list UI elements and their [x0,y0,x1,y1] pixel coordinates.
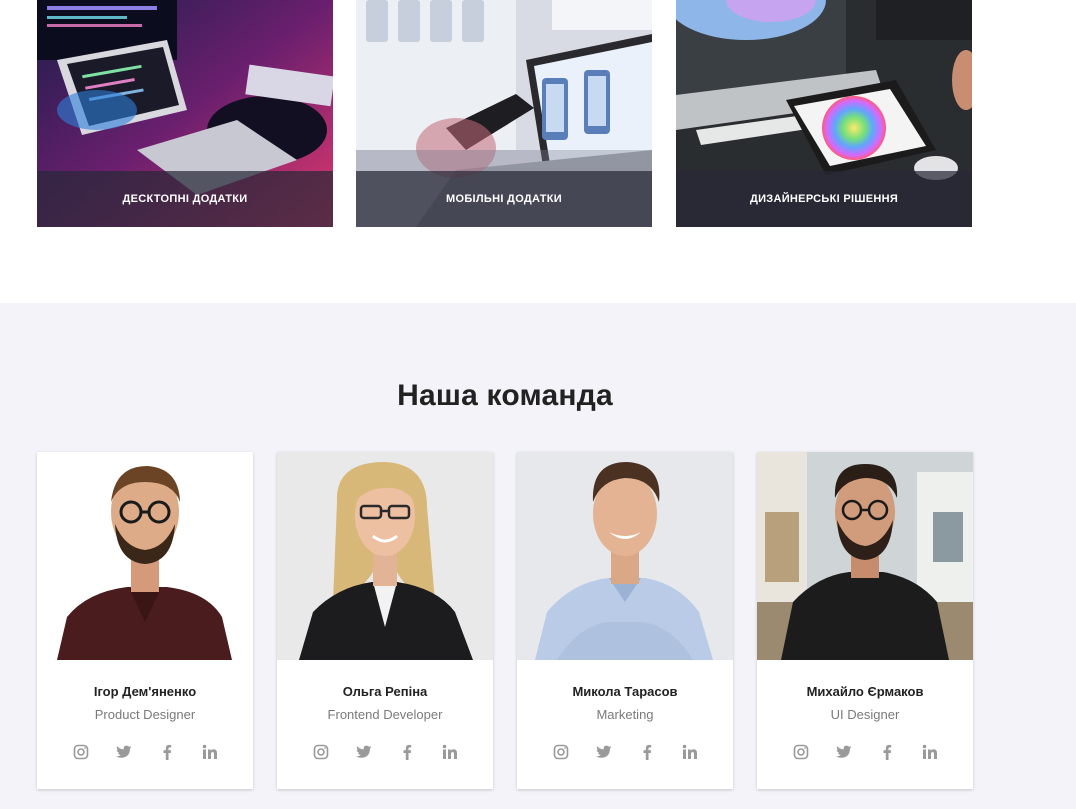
team-member-card: Ольга Репіна Frontend Developer [277,452,493,789]
twitter-icon[interactable] [354,742,374,762]
member-photo [277,452,493,660]
service-caption: ДИЗАЙНЕРСЬКІ РІШЕННЯ [676,171,972,227]
instagram-icon[interactable] [791,742,811,762]
service-card-mobile[interactable]: МОБІЛЬНІ ДОДАТКИ [356,0,652,227]
member-photo [517,452,733,660]
member-name: Микола Тарасов [572,684,678,699]
member-name: Ольга Репіна [342,684,428,699]
service-caption: ДЕСКТОПНІ ДОДАТКИ [37,171,333,227]
member-socials [277,742,493,762]
team-member-card: Микола Тарасов Marketing [517,452,733,789]
facebook-icon[interactable] [637,742,657,762]
instagram-icon[interactable] [71,742,91,762]
member-name: Михайло Єрмаков [806,684,924,699]
twitter-icon[interactable] [114,742,134,762]
member-name: Ігор Дем'яненко [93,684,197,699]
member-role: Frontend Developer [327,707,443,722]
member-socials [517,742,733,762]
linkedin-icon[interactable] [200,742,220,762]
facebook-icon[interactable] [157,742,177,762]
twitter-icon[interactable] [834,742,854,762]
twitter-icon[interactable] [594,742,614,762]
team-member-card: Ігор Дем'яненко Product Designer [37,452,253,789]
linkedin-icon[interactable] [680,742,700,762]
team-member-card: Михайло Єрмаков UI Designer [757,452,973,789]
services-section: ДЕСКТОПНІ ДОДАТКИ МОБІЛЬНІ ДОДАТКИ ДИЗАЙ… [0,0,1076,303]
facebook-icon[interactable] [397,742,417,762]
linkedin-icon[interactable] [440,742,460,762]
member-photo [37,452,253,660]
member-socials [757,742,973,762]
facebook-icon[interactable] [877,742,897,762]
service-card-design[interactable]: ДИЗАЙНЕРСЬКІ РІШЕННЯ [676,0,972,227]
team-section: Наша команда Ігор Дем'яненко Product Des… [0,303,1076,809]
team-title: Наша команда [397,379,613,412]
member-socials [37,742,253,762]
member-role: Marketing [596,707,654,722]
service-card-desktop[interactable]: ДЕСКТОПНІ ДОДАТКИ [37,0,333,227]
linkedin-icon[interactable] [920,742,940,762]
instagram-icon[interactable] [311,742,331,762]
instagram-icon[interactable] [551,742,571,762]
member-role: Product Designer [94,707,196,722]
service-caption: МОБІЛЬНІ ДОДАТКИ [356,171,652,227]
member-photo [757,452,973,660]
member-role: UI Designer [830,707,900,722]
